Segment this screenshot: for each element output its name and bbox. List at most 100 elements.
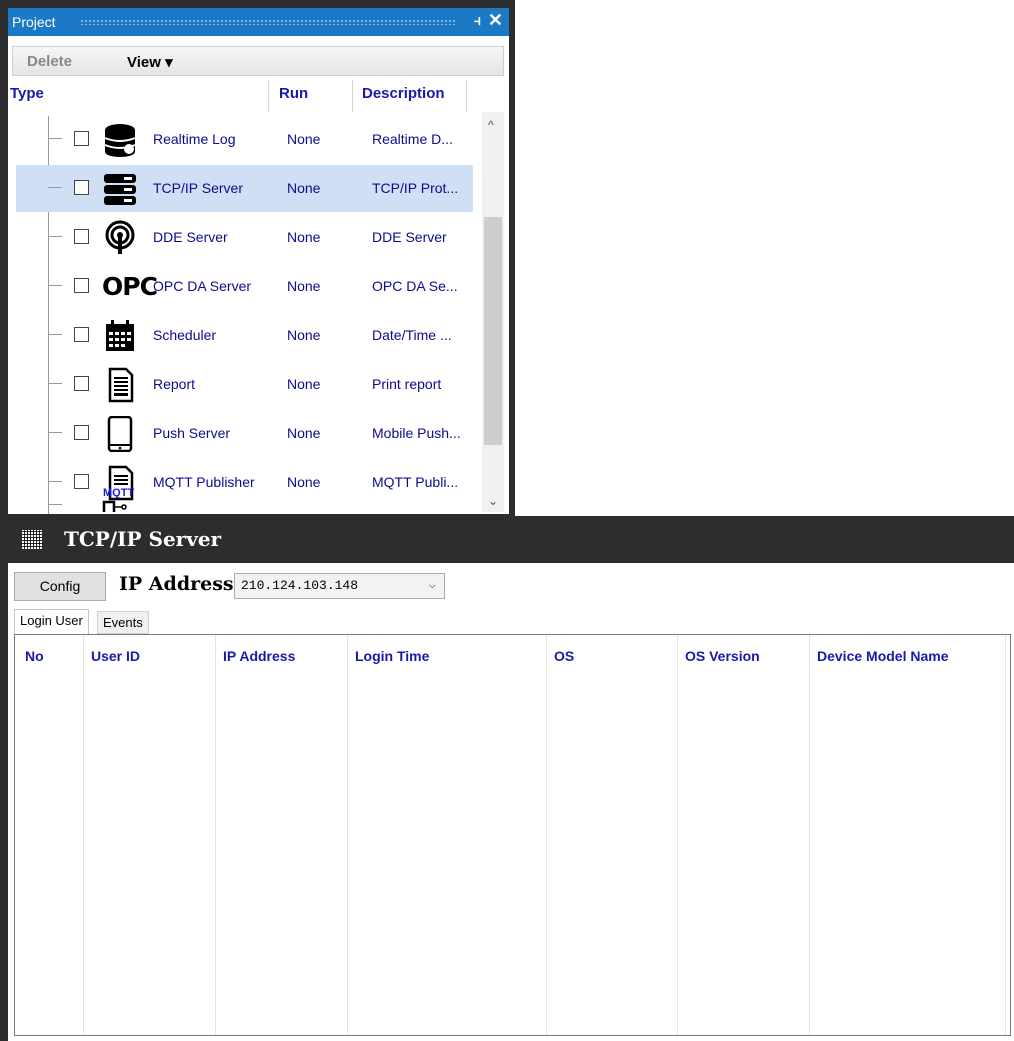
column-header-description[interactable]: Description <box>362 85 445 102</box>
list-item[interactable]: DDE Server None DDE Server <box>16 214 473 261</box>
item-name: Scheduler <box>153 327 217 343</box>
item-description: DDE Server <box>372 229 447 245</box>
checkbox[interactable] <box>74 327 89 342</box>
list-item[interactable]: Realtime Log None Realtime D... <box>16 116 473 163</box>
tree-branch <box>48 236 62 237</box>
header-divider <box>352 80 353 112</box>
item-name: Realtime Log <box>153 131 236 147</box>
column-divider <box>809 635 810 1035</box>
column-header-user-id[interactable]: User ID <box>91 648 140 664</box>
broadcast-icon <box>105 220 135 254</box>
view-menu-button[interactable]: View ▾ <box>127 53 173 71</box>
checkbox[interactable] <box>74 278 89 293</box>
checkbox[interactable] <box>74 180 89 195</box>
item-description: Mobile Push... <box>372 425 461 441</box>
item-description: TCP/IP Prot... <box>372 180 459 196</box>
header-divider <box>268 80 269 112</box>
calendar-icon <box>106 320 134 351</box>
checkbox[interactable] <box>74 376 89 391</box>
scroll-down-icon[interactable]: ⌄ <box>488 494 498 508</box>
list-item[interactable]: Scheduler None Date/Time ... <box>16 312 473 359</box>
item-name: OPC DA Server <box>153 278 252 294</box>
ip-address-label: IP Address <box>119 573 234 595</box>
project-title-bar: Project ⫞ ✕ <box>8 8 509 36</box>
item-run: None <box>287 376 321 392</box>
item-description: OPC DA Se... <box>372 278 458 294</box>
ip-address-value: 210.124.103.148 <box>241 578 359 593</box>
item-name: Report <box>153 376 196 392</box>
item-run: None <box>287 474 321 490</box>
close-icon[interactable]: ✕ <box>488 10 503 31</box>
tree-branch <box>48 138 62 139</box>
checkbox[interactable] <box>74 474 89 489</box>
item-description: Date/Time ... <box>372 327 452 343</box>
server-icon <box>104 174 136 205</box>
document-icon <box>108 367 134 403</box>
vertical-scrollbar[interactable]: ^ ⌄ <box>482 112 504 512</box>
tree-branch <box>48 334 62 335</box>
database-icon <box>104 124 136 157</box>
opc-icon: OPC <box>102 272 158 301</box>
server-panel-border <box>0 516 8 1041</box>
item-name: TCP/IP Server <box>153 180 243 196</box>
project-panel: Project ⫞ ✕ Delete View ▾ Type Run Descr… <box>0 0 515 516</box>
column-header-device-model-name[interactable]: Device Model Name <box>817 648 949 664</box>
column-divider <box>546 635 547 1035</box>
list-item-partial <box>16 496 136 514</box>
column-divider <box>215 635 216 1035</box>
login-user-table: No User ID IP Address Login Time OS OS V… <box>14 634 1011 1036</box>
column-header-type[interactable]: Type <box>10 85 44 102</box>
item-run: None <box>287 327 321 343</box>
item-run: None <box>287 229 321 245</box>
column-header-login-time[interactable]: Login Time <box>355 648 429 664</box>
item-description: Realtime D... <box>372 131 453 147</box>
item-run: None <box>287 425 321 441</box>
project-toolbar: Delete View ▾ <box>12 46 504 76</box>
scroll-up-icon[interactable]: ^ <box>488 118 494 132</box>
grid-icon <box>22 530 42 549</box>
chevron-down-icon: ⌵ <box>428 578 436 592</box>
column-divider <box>83 635 84 1035</box>
item-run: None <box>287 278 321 294</box>
column-divider <box>1005 635 1006 1035</box>
delete-button[interactable]: Delete <box>27 53 72 70</box>
column-header-os-version[interactable]: OS Version <box>685 648 760 664</box>
column-header-no[interactable]: No <box>25 648 44 664</box>
item-name: Push Server <box>153 425 231 441</box>
item-description: MQTT Publi... <box>372 474 459 490</box>
column-header-run[interactable]: Run <box>279 85 308 102</box>
column-divider <box>677 635 678 1035</box>
item-run: None <box>287 180 321 196</box>
header-divider <box>466 80 467 112</box>
tab-login-user[interactable]: Login User <box>14 609 89 634</box>
item-name: DDE Server <box>153 229 228 245</box>
tree-branch <box>48 187 62 188</box>
column-divider <box>347 635 348 1035</box>
project-title: Project <box>12 14 56 30</box>
scroll-thumb[interactable] <box>484 217 502 445</box>
checkbox[interactable] <box>74 425 89 440</box>
item-name: MQTT Publisher <box>153 474 255 490</box>
list-item[interactable]: Push Server None Mobile Push... <box>16 410 473 457</box>
tree-branch <box>48 432 62 433</box>
config-button[interactable]: Config <box>14 572 106 601</box>
tree-branch <box>48 383 62 384</box>
checkbox[interactable] <box>74 131 89 146</box>
server-header: TCP/IP Server <box>8 516 1014 563</box>
list-item[interactable]: Report None Print report <box>16 361 473 408</box>
tab-events[interactable]: Events <box>97 611 149 634</box>
column-header-ip-address[interactable]: IP Address <box>223 648 295 664</box>
item-description: Print report <box>372 376 442 392</box>
server-title: TCP/IP Server <box>64 527 222 551</box>
project-panel-body: Project ⫞ ✕ Delete View ▾ Type Run Descr… <box>8 8 509 514</box>
checkbox[interactable] <box>74 229 89 244</box>
list-item[interactable]: OPC OPC DA Server None OPC DA Se... <box>16 263 473 310</box>
title-grip <box>80 19 457 25</box>
connector-icon <box>102 500 127 512</box>
item-run: None <box>287 131 321 147</box>
tablet-icon <box>107 416 133 452</box>
list-item[interactable]: TCP/IP Server None TCP/IP Prot... <box>16 165 473 212</box>
column-header-os[interactable]: OS <box>554 648 574 664</box>
pin-icon[interactable]: ⫞ <box>474 12 481 29</box>
ip-address-select[interactable]: 210.124.103.148 ⌵ <box>234 573 445 599</box>
